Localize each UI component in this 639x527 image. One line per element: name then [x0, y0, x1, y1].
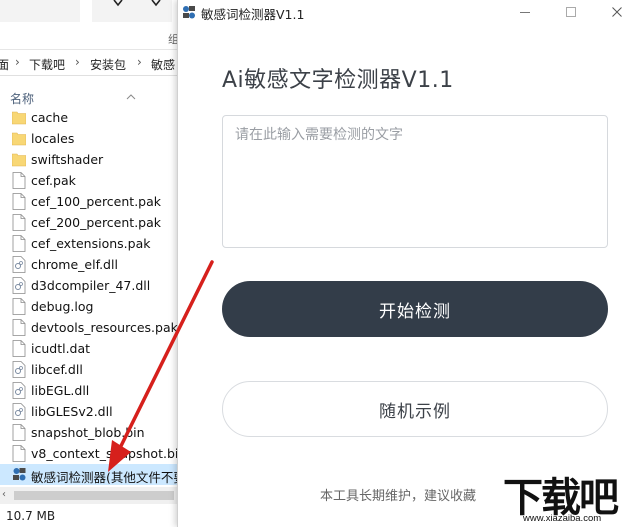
- file-icon: [12, 193, 26, 210]
- file-name: cef_200_percent.pak: [31, 215, 162, 230]
- file-list-item[interactable]: v8_context_snapshot.bin: [0, 443, 178, 464]
- file-name: cef_100_percent.pak: [31, 194, 162, 209]
- file-list-item[interactable]: icudtl.dat: [0, 338, 178, 359]
- ribbon-chevron-icon: [113, 0, 161, 7]
- breadcrumb-separator-icon: ›: [137, 55, 142, 69]
- horizontal-scrollbar[interactable]: ‹: [0, 487, 178, 504]
- file-name: debug.log: [31, 299, 94, 314]
- file-list-item[interactable]: chrome_elf.dll: [0, 254, 178, 275]
- file-name: v8_context_snapshot.bin: [31, 446, 178, 461]
- file-list-item[interactable]: locales: [0, 128, 178, 149]
- ribbon-button-left[interactable]: [0, 0, 80, 22]
- page-title: Ai敏感文字检测器V1.1: [222, 68, 454, 93]
- breadcrumb-item[interactable]: 面: [0, 56, 9, 73]
- scroll-left-icon[interactable]: ‹: [2, 489, 6, 500]
- file-list-item[interactable]: cache: [0, 107, 178, 128]
- folder-icon: [12, 111, 26, 125]
- footer-note: 本工具长期维护，建议收藏: [320, 489, 477, 504]
- start-detection-button[interactable]: 开始检测: [222, 281, 608, 337]
- file-icon: [12, 319, 26, 336]
- watermark: 下载吧 www.xiazaiba.com: [495, 463, 639, 527]
- file-list-item[interactable]: libcef.dll: [0, 359, 178, 380]
- minimize-icon: [520, 12, 530, 13]
- text-input[interactable]: [222, 115, 608, 248]
- file-name: cef_extensions.pak: [31, 236, 151, 251]
- file-name: icudtl.dat: [31, 341, 91, 356]
- dll-file-icon: [12, 256, 26, 273]
- breadcrumb-separator-icon: ›: [15, 55, 20, 69]
- maximize-button[interactable]: [548, 0, 594, 26]
- breadcrumb-separator-icon: ›: [75, 55, 80, 69]
- random-example-button[interactable]: 随机示例: [222, 381, 608, 437]
- file-name: swiftshader: [31, 152, 104, 167]
- file-icon: [12, 172, 26, 189]
- breadcrumb-item[interactable]: 安装包: [90, 56, 126, 73]
- dll-file-icon: [12, 361, 26, 378]
- maximize-icon: [566, 7, 576, 17]
- file-list-item[interactable]: debug.log: [0, 296, 178, 317]
- folder-icon: [12, 132, 26, 146]
- file-list-item[interactable]: libGLESv2.dll: [0, 401, 178, 422]
- file-icon: [12, 340, 26, 357]
- close-icon: [612, 7, 622, 17]
- file-icon: [12, 424, 26, 441]
- sort-ascending-icon: [126, 94, 136, 100]
- app-icon: [183, 6, 195, 19]
- ribbon-button-right[interactable]: [92, 0, 172, 22]
- selected-size-label: 10.7 MB: [6, 509, 56, 523]
- scrollbar-thumb[interactable]: [14, 491, 174, 500]
- file-name: 敏感词检测器(其他文件不要: [31, 470, 178, 485]
- file-list-item[interactable]: swiftshader: [0, 149, 178, 170]
- file-icon: [12, 214, 26, 231]
- dll-file-icon: [12, 277, 26, 294]
- file-name: libGLESv2.dll: [31, 404, 113, 419]
- file-name: libEGL.dll: [31, 383, 90, 398]
- window-title: 敏感词检测器V1.1: [201, 7, 305, 22]
- file-list-item[interactable]: cef_100_percent.pak: [0, 191, 178, 212]
- watermark-url: www.xiazaiba.com: [523, 513, 602, 524]
- close-button[interactable]: [594, 0, 639, 26]
- status-bar: 10.7 MB: [0, 504, 178, 527]
- file-icon: [12, 298, 26, 315]
- file-list-item[interactable]: 敏感词检测器(其他文件不要: [0, 464, 178, 485]
- column-name-label: 名称: [10, 92, 35, 106]
- breadcrumb-item[interactable]: 下载吧: [29, 56, 65, 73]
- file-list-item[interactable]: cef_200_percent.pak: [0, 212, 178, 233]
- file-name: cache: [31, 110, 69, 125]
- file-list-item[interactable]: cef.pak: [0, 170, 178, 191]
- file-icon: [12, 445, 26, 462]
- file-name: d3dcompiler_47.dll: [31, 278, 151, 293]
- sensitive-word-detector-window: 敏感词检测器V1.1 Ai敏感文字检测器V1.1 开始检测 随机示例 本工具长期…: [177, 0, 639, 527]
- file-name: locales: [31, 131, 75, 146]
- folder-icon: [12, 153, 26, 167]
- file-list-item[interactable]: d3dcompiler_47.dll: [0, 275, 178, 296]
- file-list-item[interactable]: libEGL.dll: [0, 380, 178, 401]
- file-list-item[interactable]: cef_extensions.pak: [0, 233, 178, 254]
- file-name: cef.pak: [31, 173, 76, 188]
- title-bar[interactable]: 敏感词检测器V1.1: [178, 0, 639, 26]
- column-header[interactable]: 名称: [0, 88, 178, 108]
- file-name: libcef.dll: [31, 362, 83, 377]
- file-list-item[interactable]: snapshot_blob.bin: [0, 422, 178, 443]
- dll-file-icon: [12, 403, 26, 420]
- file-icon: [12, 235, 26, 252]
- file-name: devtools_resources.pak: [31, 320, 178, 335]
- breadcrumb-item[interactable]: 敏感: [151, 56, 175, 73]
- file-name: chrome_elf.dll: [31, 257, 118, 272]
- dll-file-icon: [12, 382, 26, 399]
- file-list-item[interactable]: devtools_resources.pak: [0, 317, 178, 338]
- minimize-button[interactable]: [502, 0, 548, 26]
- file-name: snapshot_blob.bin: [31, 425, 145, 440]
- application-icon: [13, 468, 26, 481]
